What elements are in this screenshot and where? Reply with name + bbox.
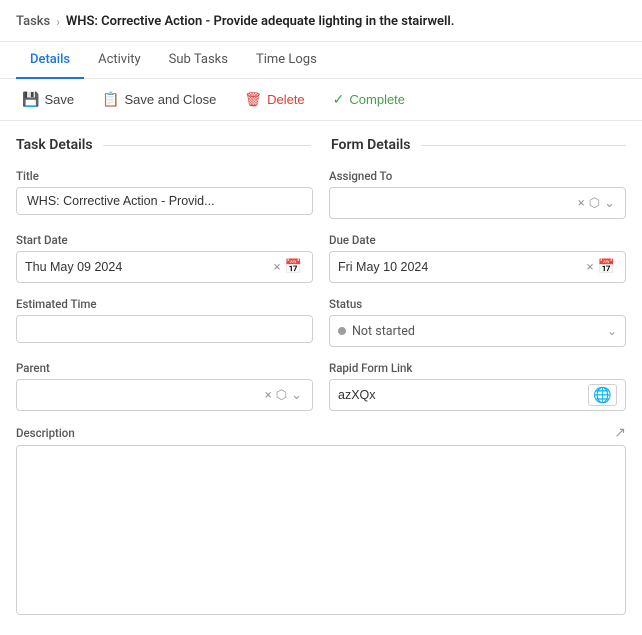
estimated-time-field: Estimated Time bbox=[16, 297, 313, 347]
breadcrumb: Tasks › WHS: Corrective Action - Provide… bbox=[0, 0, 642, 42]
section-headers: Task Details Form Details bbox=[16, 137, 626, 153]
save-close-label: Save and Close bbox=[125, 92, 217, 107]
breadcrumb-separator: › bbox=[56, 15, 60, 29]
start-date-field: Start Date × 📅 bbox=[16, 233, 313, 283]
rapid-form-input-wrap: 🌐 bbox=[329, 379, 626, 411]
save-and-close-button[interactable]: 📋 Save and Close bbox=[96, 87, 222, 112]
toolbar: 💾 Save 📋 Save and Close 🗑 Delete ✓ Compl… bbox=[0, 79, 642, 121]
status-value: Not started bbox=[352, 324, 601, 339]
assigned-to-field: Assigned To × ⬡ ⌄ bbox=[329, 169, 626, 219]
delete-icon: 🗑 bbox=[244, 91, 262, 108]
tab-activity[interactable]: Activity bbox=[84, 42, 155, 79]
breadcrumb-tasks-link[interactable]: Tasks bbox=[16, 14, 50, 29]
assigned-to-clear-icon[interactable]: × bbox=[576, 196, 587, 211]
delete-label: Delete bbox=[267, 92, 305, 107]
save-icon: 💾 bbox=[22, 91, 39, 108]
due-date-input-wrap: × 📅 bbox=[329, 251, 626, 283]
start-date-input[interactable] bbox=[25, 260, 272, 274]
tab-details[interactable]: Details bbox=[16, 42, 84, 79]
start-date-input-wrap: × 📅 bbox=[16, 251, 313, 283]
task-details-header: Task Details bbox=[16, 137, 311, 153]
due-date-label: Due Date bbox=[329, 233, 626, 247]
assigned-to-input-wrap: × ⬡ ⌄ bbox=[329, 187, 626, 219]
due-date-field: Due Date × 📅 bbox=[329, 233, 626, 283]
assigned-to-dropdown-icon[interactable]: ⌄ bbox=[602, 196, 617, 211]
assigned-to-open-icon[interactable]: ⬡ bbox=[587, 196, 602, 211]
assigned-to-label: Assigned To bbox=[329, 169, 626, 183]
rapid-form-field: Rapid Form Link 🌐 bbox=[329, 361, 626, 411]
parent-dropdown-icon[interactable]: ⌄ bbox=[289, 388, 304, 403]
form-grid: Title Assigned To × ⬡ ⌄ Start Date × 📅 D bbox=[16, 169, 626, 411]
title-field: Title bbox=[16, 169, 313, 219]
complete-label: Complete bbox=[349, 92, 405, 107]
estimated-time-input[interactable] bbox=[16, 315, 313, 343]
parent-input[interactable] bbox=[25, 388, 263, 402]
tab-bar: Details Activity Sub Tasks Time Logs bbox=[0, 42, 642, 79]
tab-timelogs[interactable]: Time Logs bbox=[242, 42, 331, 79]
rapid-form-input[interactable] bbox=[338, 388, 588, 402]
status-field: Status Not started ⌄ bbox=[329, 297, 626, 347]
title-input[interactable] bbox=[16, 187, 313, 215]
start-date-label: Start Date bbox=[16, 233, 313, 247]
status-label: Status bbox=[329, 297, 626, 311]
parent-field: Parent × ⬡ ⌄ bbox=[16, 361, 313, 411]
assigned-to-input[interactable] bbox=[338, 196, 576, 210]
form-details-header: Form Details bbox=[331, 137, 626, 153]
due-date-input[interactable] bbox=[338, 260, 585, 274]
save-close-icon: 📋 bbox=[102, 91, 119, 108]
parent-label: Parent bbox=[16, 361, 313, 375]
description-textarea[interactable] bbox=[16, 445, 626, 615]
description-label: Description bbox=[16, 426, 75, 440]
parent-open-icon[interactable]: ⬡ bbox=[274, 388, 289, 403]
due-date-clear-icon[interactable]: × bbox=[585, 260, 596, 275]
tab-subtasks[interactable]: Sub Tasks bbox=[155, 42, 242, 79]
globe-icon[interactable]: 🌐 bbox=[588, 384, 617, 406]
description-header: Description ↗ bbox=[16, 425, 626, 441]
title-label: Title bbox=[16, 169, 313, 183]
estimated-time-label: Estimated Time bbox=[16, 297, 313, 311]
start-date-calendar-icon[interactable]: 📅 bbox=[283, 259, 304, 275]
rapid-form-label: Rapid Form Link bbox=[329, 361, 626, 375]
parent-input-wrap: × ⬡ ⌄ bbox=[16, 379, 313, 411]
start-date-clear-icon[interactable]: × bbox=[272, 260, 283, 275]
check-icon: ✓ bbox=[333, 91, 345, 108]
complete-button[interactable]: ✓ Complete bbox=[327, 87, 411, 112]
status-dropdown-icon[interactable]: ⌄ bbox=[607, 324, 617, 338]
delete-button[interactable]: 🗑 Delete bbox=[238, 87, 310, 112]
save-button[interactable]: 💾 Save bbox=[16, 87, 80, 112]
breadcrumb-current-page: WHS: Corrective Action - Provide adequat… bbox=[66, 14, 455, 29]
save-label: Save bbox=[44, 92, 74, 107]
description-expand-icon[interactable]: ↗ bbox=[614, 425, 626, 441]
status-select[interactable]: Not started ⌄ bbox=[329, 315, 626, 347]
description-section: Description ↗ bbox=[16, 425, 626, 619]
status-dot bbox=[338, 327, 346, 335]
due-date-calendar-icon[interactable]: 📅 bbox=[596, 259, 617, 275]
main-content: Task Details Form Details Title Assigned… bbox=[0, 121, 642, 635]
parent-clear-icon[interactable]: × bbox=[263, 388, 274, 403]
